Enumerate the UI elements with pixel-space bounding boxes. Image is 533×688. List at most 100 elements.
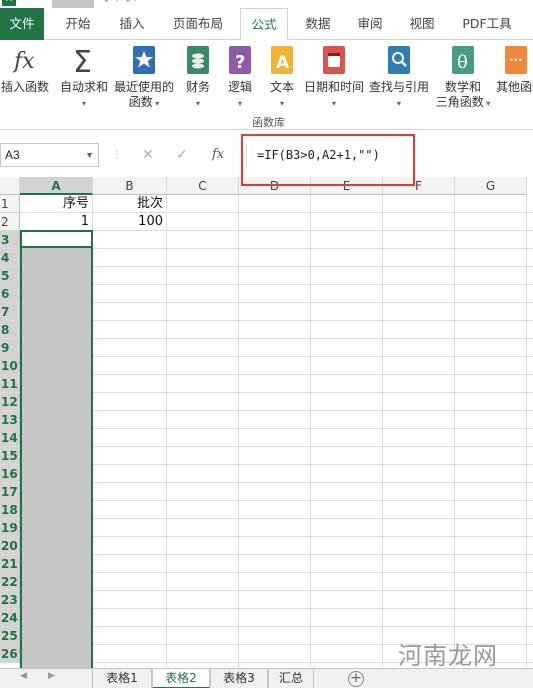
- date-time-button[interactable]: 日期和时间 ▾: [302, 44, 366, 111]
- row-header-20[interactable]: 20: [0, 537, 20, 555]
- gridline: [20, 266, 533, 267]
- gridline: [20, 392, 533, 393]
- row-header-10[interactable]: 10: [0, 357, 20, 375]
- row-header-14[interactable]: 14: [0, 429, 20, 447]
- row-header-6[interactable]: 6: [0, 285, 20, 303]
- row-header-13[interactable]: 13: [0, 411, 20, 429]
- row-header-15[interactable]: 15: [0, 447, 20, 465]
- excel-logo-icon: X: [2, 0, 16, 6]
- enter-icon[interactable]: ✓: [176, 147, 188, 163]
- gridline: [20, 482, 533, 483]
- undo-redo-icons[interactable]: ↶ · ↷ ·: [104, 0, 137, 7]
- insert-function-button[interactable]: fx 插入函数: [0, 44, 50, 95]
- svg-text:?: ?: [235, 52, 245, 73]
- row-header-21[interactable]: 21: [0, 555, 20, 573]
- cell-a2[interactable]: 1: [20, 213, 92, 231]
- theta-book-icon: θ: [449, 44, 477, 76]
- tab-formulas[interactable]: 公式: [240, 8, 288, 41]
- fx-icon: fx: [11, 44, 39, 76]
- lookup-reference-button[interactable]: 查找与引用 ▾: [368, 44, 430, 111]
- tab-file[interactable]: 文件: [0, 8, 44, 40]
- gridline: [20, 284, 533, 285]
- tab-insert[interactable]: 插入: [110, 8, 154, 40]
- selection-border: [20, 230, 93, 668]
- gridline: [20, 626, 533, 627]
- tab-home[interactable]: 开始: [56, 8, 100, 40]
- more-dots-icon: ⋮: [112, 149, 122, 160]
- row-header-4[interactable]: 4: [0, 249, 20, 267]
- row-header-24[interactable]: 24: [0, 609, 20, 627]
- question-book-icon: ?: [226, 44, 254, 76]
- cell-b2[interactable]: 100: [93, 213, 166, 231]
- select-all-corner[interactable]: [0, 177, 20, 195]
- gridline: [20, 536, 533, 537]
- sheet-tab-summary[interactable]: 汇总: [268, 669, 314, 688]
- row-header-9[interactable]: 9: [0, 339, 20, 357]
- sigma-icon: Σ: [70, 44, 98, 80]
- add-sheet-icon[interactable]: +: [348, 671, 364, 687]
- column-header-a[interactable]: A: [20, 177, 93, 195]
- row-header-26[interactable]: 26: [0, 645, 20, 663]
- gridline: [20, 554, 533, 555]
- gridline: [20, 338, 533, 339]
- gridline: [20, 608, 533, 609]
- svg-text:···: ···: [509, 53, 523, 67]
- row-header-1[interactable]: 1: [0, 195, 20, 213]
- logical-button[interactable]: ? 逻辑 ▾: [222, 44, 258, 111]
- row-header-2[interactable]: 2: [0, 213, 20, 231]
- tab-review[interactable]: 审阅: [348, 8, 392, 40]
- column-header-c[interactable]: C: [167, 177, 239, 195]
- tab-view[interactable]: 视图: [400, 8, 444, 40]
- name-box[interactable]: A3 ▼: [0, 143, 99, 167]
- row-header-25[interactable]: 25: [0, 627, 20, 645]
- more-functions-button[interactable]: ··· 其他函数: [496, 44, 533, 95]
- formula-highlight-box: [241, 134, 415, 186]
- more-book-icon: ···: [502, 44, 530, 76]
- row-header-11[interactable]: 11: [0, 375, 20, 393]
- row-header-22[interactable]: 22: [0, 573, 20, 591]
- title-strip: X ↶ · ↷ ·: [0, 0, 533, 8]
- row-header-3[interactable]: 3: [0, 231, 20, 249]
- row-header-23[interactable]: 23: [0, 591, 20, 609]
- watermark-text: 河南龙网: [398, 642, 498, 670]
- row-header-8[interactable]: 8: [0, 321, 20, 339]
- gridline: [20, 374, 533, 375]
- tab-page-layout[interactable]: 页面布局: [164, 8, 232, 40]
- scroll-left-icon[interactable]: ◀: [20, 671, 27, 681]
- cancel-icon[interactable]: ✕: [142, 147, 154, 163]
- gridline: [20, 410, 533, 411]
- chevron-down-icon[interactable]: ▼: [85, 144, 94, 166]
- quick-access-selection: [52, 0, 94, 8]
- column-header-b[interactable]: B: [93, 177, 167, 195]
- recent-functions-button[interactable]: 最近使用的 函数 ▾: [112, 44, 176, 111]
- row-header-19[interactable]: 19: [0, 519, 20, 537]
- cell-b1[interactable]: 批次: [93, 195, 166, 213]
- row-header-12[interactable]: 12: [0, 393, 20, 411]
- insert-function-icon[interactable]: fx: [212, 147, 224, 162]
- tab-data[interactable]: 数据: [296, 8, 340, 40]
- row-header-16[interactable]: 16: [0, 465, 20, 483]
- row-header-5[interactable]: 5: [0, 267, 20, 285]
- group-label-function-library: 函数库: [252, 116, 285, 129]
- sheet-tab-2[interactable]: 表格2: [152, 669, 210, 688]
- gridline: [20, 572, 533, 573]
- svg-text:A: A: [276, 53, 290, 73]
- math-trig-button[interactable]: θ 数学和 三角函数 ▾: [432, 44, 494, 111]
- sheet-tab-3[interactable]: 表格3: [210, 669, 268, 688]
- row-header-18[interactable]: 18: [0, 501, 20, 519]
- svg-text:Σ: Σ: [73, 45, 92, 76]
- svg-text:θ: θ: [457, 52, 468, 73]
- gridline: [20, 464, 533, 465]
- financial-button[interactable]: 财务 ▾: [180, 44, 216, 111]
- tab-pdf-tools[interactable]: PDF工具: [452, 8, 522, 40]
- sheet-tab-1[interactable]: 表格1: [92, 669, 152, 688]
- column-header-g[interactable]: G: [455, 177, 527, 195]
- row-header-7[interactable]: 7: [0, 303, 20, 321]
- autosum-button[interactable]: Σ 自动求和 ▾: [58, 44, 110, 111]
- scroll-right-icon[interactable]: ▶: [48, 671, 55, 681]
- gridline: [20, 446, 533, 447]
- gridline: [20, 356, 533, 357]
- cell-a1[interactable]: 序号: [20, 195, 92, 213]
- text-button[interactable]: A 文本 ▾: [264, 44, 300, 111]
- row-header-17[interactable]: 17: [0, 483, 20, 501]
